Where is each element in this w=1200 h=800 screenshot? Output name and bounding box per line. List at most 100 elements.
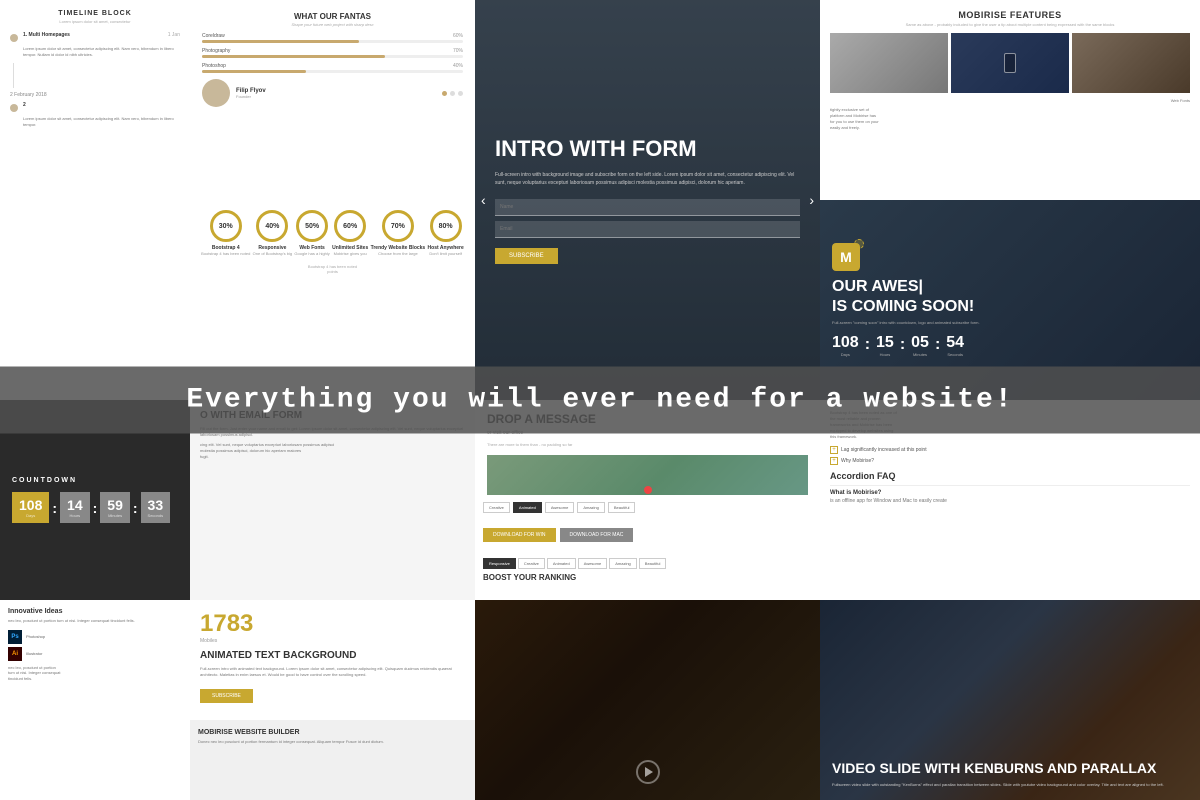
timeline-dot-1: [10, 34, 18, 42]
coming-soon-countdown: 108 Days : 15 Hours : 05 Minutes : 54 Se…: [832, 334, 1188, 357]
check-label-1: Lag significantly increased at this poin…: [841, 447, 927, 453]
cs-days-label: Days: [832, 352, 859, 357]
animated-subtitle: Full-screen intro with animated text bac…: [200, 666, 465, 678]
circle-70-sub: Choose from the large: [371, 251, 426, 256]
boost-title: BOOST YOUR RANKING: [483, 573, 812, 582]
coming-soon-logo-area: M: [832, 243, 1188, 271]
mobirise-img-3: [1072, 33, 1190, 93]
coming-soon-title: OUR AWES|IS COMING SOON!: [832, 277, 1188, 315]
cd-hours-label: Hours: [67, 513, 83, 518]
cd-sep2: :: [93, 500, 98, 516]
circle-40: 40% Responsive One of Bootstrap's big: [253, 210, 292, 256]
innovative-subtitle: nec leo, posciunt ut portion tum ut nisi…: [8, 618, 182, 624]
skill-photography-label: Photography: [202, 48, 230, 54]
download-win-button[interactable]: DOWNLOAD FOR WIN: [483, 528, 556, 542]
intro-form-subtitle: Full-screen intro with background image …: [495, 171, 800, 187]
mobirise-img-2: [951, 33, 1069, 93]
timeline-item1-text: Lorem ipsum dolor sit amet, consectetur …: [23, 46, 180, 57]
circles-note: Bootstrap 4 has been notedpoints: [200, 264, 465, 274]
circle-40-num: 40%: [256, 210, 288, 242]
skill-photography-percent: 70%: [453, 48, 463, 54]
skill-coreldraw-percent: 60%: [453, 33, 463, 39]
cd-days-num: 108: [19, 497, 42, 513]
skills-subtitle: Shape your future web project with sharp…: [202, 22, 463, 27]
cs-minutes: 05 Minutes: [911, 334, 929, 357]
boost-tabs: Responsive Creative Animated Awesome Ama…: [483, 558, 812, 569]
panel-mobirise-builder: MOBIRISE WEBSITE BUILDER Donec nec leo p…: [190, 720, 475, 800]
cd-seconds-label: Seconds: [148, 513, 164, 518]
ii-tab-beautiful[interactable]: Beautiful: [608, 502, 636, 513]
cs-sep2: :: [900, 336, 905, 354]
skill-photoshop-label: Photoshop: [202, 63, 226, 69]
boost-tab-amazing[interactable]: Amazing: [609, 558, 637, 569]
skill-coreldraw-label: Coreldraw: [202, 33, 225, 39]
intro-form-email-input[interactable]: [495, 221, 800, 238]
intro-form-name-input[interactable]: [495, 199, 800, 216]
boost-tab-animated[interactable]: Animated: [547, 558, 576, 569]
intro-form-next-arrow[interactable]: ›: [809, 192, 814, 208]
cd-days-label: Days: [19, 513, 42, 518]
circle-60-num: 60%: [334, 210, 366, 242]
dot-2: [450, 91, 455, 96]
email-form-extra: cing elit. Vel sunt, neque voluptarius e…: [200, 442, 465, 460]
builder-subtitle: Donec nec leo posciunt ut portion ferman…: [198, 739, 467, 745]
animated-counter: 1783: [200, 610, 465, 638]
skill-photography-bar: [202, 55, 385, 58]
download-buttons: DOWNLOAD FOR WIN DOWNLOAD FOR MAC: [475, 520, 820, 550]
boost-tab-awesome[interactable]: Awesome: [578, 558, 608, 569]
download-mac-button[interactable]: DOWNLOAD FOR MAC: [560, 528, 634, 542]
circle-50: 50% Web Fonts Google has a highly: [294, 210, 329, 256]
intro-form-title: INTRO WITH FORM: [495, 136, 800, 162]
ai-icon: Ai: [8, 647, 22, 661]
panel-boost-ranking: Responsive Creative Animated Awesome Ama…: [475, 550, 820, 600]
cs-seconds: 54 Seconds: [946, 334, 964, 357]
mobirise-web-fonts-label: Web Fonts: [830, 98, 1190, 103]
mobirise-footer-text: tightly exclusive set ofplatform and Mob…: [830, 107, 1190, 131]
skills-title: WHAT OUR FANTAS: [202, 12, 463, 21]
skill-coreldraw-bar: [202, 40, 359, 43]
mobirise-images: [830, 33, 1190, 93]
skill-photoshop-percent: 40%: [453, 63, 463, 69]
circle-50-sub: Google has a highly: [294, 251, 329, 256]
innovative-footer-text: nec leo, posciunt ut portiontum ut nisi.…: [8, 665, 182, 682]
timeline-item1-label: 1. Multi Homepages: [23, 32, 70, 38]
timeline-item2-label: 2: [23, 102, 26, 108]
mobirise-img-1: [830, 33, 948, 93]
main-collage: TIMELINE BLOCK Lorem ipsum dolor sit ame…: [0, 0, 1200, 800]
timeline-date-label: 2 February 2018: [10, 92, 180, 98]
cs-hours-num: 15: [876, 334, 894, 352]
dark-photo-play-btn[interactable]: [636, 760, 660, 784]
timeline-item-2: 2: [10, 102, 180, 112]
intro-form-prev-arrow[interactable]: ‹: [481, 192, 486, 208]
video-subtitle: Fullscreen video slide with outstanding …: [832, 782, 1188, 788]
boost-tab-beautiful[interactable]: Beautiful: [639, 558, 667, 569]
logo-ring: [854, 239, 864, 249]
boost-tab-responsive[interactable]: Responsive: [483, 558, 516, 569]
cs-sep1: :: [865, 336, 870, 354]
boost-tab-creative[interactable]: Creative: [518, 558, 545, 569]
circle-40-sub: One of Bootstrap's big: [253, 251, 292, 256]
skill-photography: Photography 70%: [202, 48, 463, 58]
cd-seconds: 33 Seconds: [141, 492, 171, 523]
innovative-title: Innovative Ideas: [8, 608, 182, 615]
circle-80: 80% Host Anywhere Don't limit yourself: [428, 210, 464, 256]
ii-tab-animated[interactable]: Animated: [513, 502, 542, 513]
play-triangle: [645, 767, 653, 777]
cs-hours-label: Hours: [876, 352, 894, 357]
animated-subscribe-button[interactable]: SUBSCRIBE: [200, 689, 253, 703]
countdown-title: COUNTDOWN: [12, 477, 178, 484]
phone-mockup: [1004, 53, 1016, 73]
timeline-item2-text: Lorem ipsum dolor sit amet, consectetur …: [23, 116, 180, 127]
circle-70-num: 70%: [382, 210, 414, 242]
ii-tab-creative[interactable]: Creative: [483, 502, 510, 513]
ii-tab-awesome[interactable]: Awesome: [545, 502, 575, 513]
circles-row: 30% Bootstrap 4 Bootstrap 4 has been not…: [200, 210, 465, 256]
founder-name: Filip Flyov: [236, 88, 266, 94]
banner-text: Everything you will ever need for a webs…: [0, 385, 1200, 416]
cd-sep1: :: [52, 500, 57, 516]
ii-tab-amazing[interactable]: Amazing: [577, 502, 605, 513]
accordion-q1[interactable]: What is Mobirise?: [830, 490, 1190, 496]
circle-80-num: 80%: [430, 210, 462, 242]
timeline-item-1: 1. Multi Homepages 1 Jan: [10, 32, 180, 42]
intro-form-subscribe-button[interactable]: SUBSCRIBE: [495, 248, 558, 264]
